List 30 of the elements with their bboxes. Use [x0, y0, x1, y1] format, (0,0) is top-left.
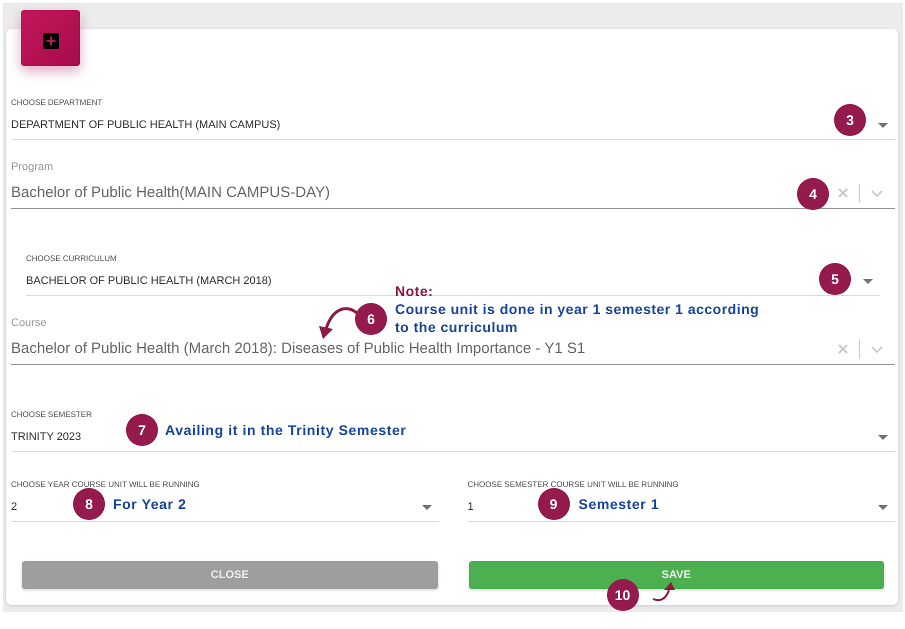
- chevron-down-icon: [871, 190, 883, 196]
- annotation-text: Availing it in the Trinity Semester: [165, 421, 406, 439]
- step-number-badge: 8: [73, 488, 105, 520]
- caret-down-icon: [422, 504, 432, 510]
- field-label: CHOOSE DEPARTMENT: [11, 98, 102, 108]
- caret-down-icon: [863, 278, 873, 284]
- annotation-text: Semester 1: [578, 495, 660, 513]
- field-label: CHOOSE CURRICULUM: [26, 254, 117, 264]
- annotation-text: For Year 2: [113, 495, 186, 513]
- step-number-badge: 5: [819, 263, 851, 295]
- caret-down-icon: [878, 122, 888, 128]
- field-label: CHOOSE SEMESTER COURSE UNIT WILL BE RUNNING: [468, 480, 679, 490]
- step-number-badge: 7: [126, 414, 158, 446]
- step-number-badge: 10: [606, 579, 638, 611]
- clear-icon: [838, 188, 848, 198]
- autocomplete-field[interactable]: Bachelor of Public Health (March 2018): Diseases of Public Health Importance - Y1 S1: [11, 337, 895, 365]
- step-number-badge: 9: [538, 488, 570, 520]
- caret-down-icon: [878, 434, 888, 440]
- chevron-down-icon: [871, 346, 883, 352]
- step-number-badge: 6: [355, 303, 387, 335]
- plus-square-icon: [42, 33, 58, 49]
- field-label: CHOOSE SEMESTER: [11, 410, 92, 420]
- caret-down-icon: [878, 504, 888, 510]
- step-number-badge: 3: [834, 104, 866, 136]
- field-label: Course: [11, 316, 46, 330]
- clear-icon: [838, 344, 848, 354]
- field-label: Program: [11, 160, 54, 174]
- annotation-text: Course unit is done in year 1 semester 1 according to the curriculum: [395, 300, 760, 336]
- step-number-badge: 4: [797, 178, 829, 210]
- field-label: CHOOSE YEAR COURSE UNIT WILL BE RUNNING: [11, 480, 200, 490]
